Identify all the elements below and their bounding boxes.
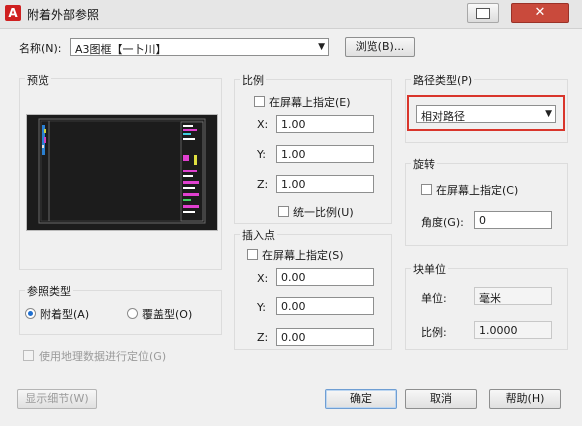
rotation-title: 旋转: [411, 156, 437, 172]
scale-x-input[interactable]: 1.00: [276, 115, 374, 133]
scale-z-value: 1.00: [281, 178, 306, 191]
scale-onscreen-checkbox[interactable]: [254, 96, 265, 107]
attach-label: 附着型(A): [40, 308, 90, 321]
factor-value: 1.0000: [479, 324, 518, 337]
attach-radio[interactable]: [25, 308, 36, 319]
restore-icon: [476, 8, 490, 19]
unit-label: 单位:: [421, 292, 447, 305]
reference-type-title: 参照类型: [25, 283, 73, 299]
help-button[interactable]: 帮助(H): [489, 389, 561, 409]
block-unit-title: 块单位: [411, 261, 448, 277]
factor-label: 比例:: [421, 326, 447, 339]
path-type-title: 路径类型(P): [411, 72, 475, 88]
rotation-onscreen-checkbox[interactable]: [421, 184, 432, 195]
window-title: 附着外部参照: [27, 8, 100, 22]
scale-x-value: 1.00: [281, 118, 306, 131]
show-details-button[interactable]: 显示细节(W): [17, 389, 97, 409]
close-button[interactable]: ✕: [511, 3, 569, 23]
geo-checkbox[interactable]: [23, 350, 34, 361]
angle-label: 角度(G):: [421, 216, 464, 229]
scale-x-label: X:: [257, 118, 269, 131]
autocad-logo-icon: A: [5, 5, 21, 21]
insertion-x-input[interactable]: 0.00: [276, 268, 374, 286]
scale-y-value: 1.00: [281, 148, 306, 161]
path-type-dropdown[interactable]: 相对路径 ▼: [416, 105, 556, 123]
insertion-z-label: Z:: [257, 331, 269, 344]
insertion-z-input[interactable]: 0.00: [276, 328, 374, 346]
overlay-label: 覆盖型(O): [142, 308, 193, 321]
scale-onscreen-label: 在屏幕上指定(E): [269, 96, 351, 109]
title-bar: A 附着外部参照 ✕: [0, 0, 582, 29]
geo-label: 使用地理数据进行定位(G): [39, 350, 167, 363]
uniform-scale-checkbox[interactable]: [278, 206, 289, 217]
angle-value: 0: [479, 214, 486, 227]
insertion-z-value: 0.00: [281, 331, 306, 344]
insertion-x-value: 0.00: [281, 271, 306, 284]
scale-title: 比例: [240, 72, 266, 88]
insertion-onscreen-label: 在屏幕上指定(S): [262, 249, 344, 262]
scale-y-input[interactable]: 1.00: [276, 145, 374, 163]
path-type-value: 相对路径: [421, 110, 465, 123]
unit-value: 毫米: [479, 292, 501, 305]
uniform-scale-label: 统一比例(U): [293, 206, 354, 219]
overlay-radio[interactable]: [127, 308, 138, 319]
chevron-down-icon: ▼: [545, 109, 552, 119]
name-label: 名称(N):: [19, 42, 62, 55]
name-dropdown-value: A3图框【一卜川】: [75, 43, 167, 56]
chevron-down-icon: ▼: [318, 42, 325, 52]
insertion-title: 插入点: [240, 227, 277, 243]
insertion-x-label: X:: [257, 272, 269, 285]
insertion-y-value: 0.00: [281, 300, 306, 313]
rotation-onscreen-label: 在屏幕上指定(C): [436, 184, 519, 197]
name-dropdown[interactable]: A3图框【一卜川】 ▼: [70, 38, 329, 56]
insertion-y-input[interactable]: 0.00: [276, 297, 374, 315]
cancel-button[interactable]: 取消: [405, 389, 477, 409]
unit-readonly-field: 毫米: [474, 287, 552, 305]
restore-button[interactable]: [467, 3, 499, 23]
rotation-group: [405, 163, 568, 246]
insertion-onscreen-checkbox[interactable]: [247, 249, 258, 260]
scale-z-label: Z:: [257, 178, 269, 191]
scale-z-input[interactable]: 1.00: [276, 175, 374, 193]
factor-readonly-field: 1.0000: [474, 321, 552, 339]
drawing-preview-image: [26, 114, 218, 231]
preview-title: 预览: [25, 72, 51, 88]
ok-button[interactable]: 确定: [325, 389, 397, 409]
angle-input[interactable]: 0: [474, 211, 552, 229]
drawing-thumbnail: [38, 118, 206, 224]
insertion-y-label: Y:: [257, 301, 266, 314]
browse-button[interactable]: 浏览(B)...: [345, 37, 415, 57]
scale-y-label: Y:: [257, 148, 266, 161]
